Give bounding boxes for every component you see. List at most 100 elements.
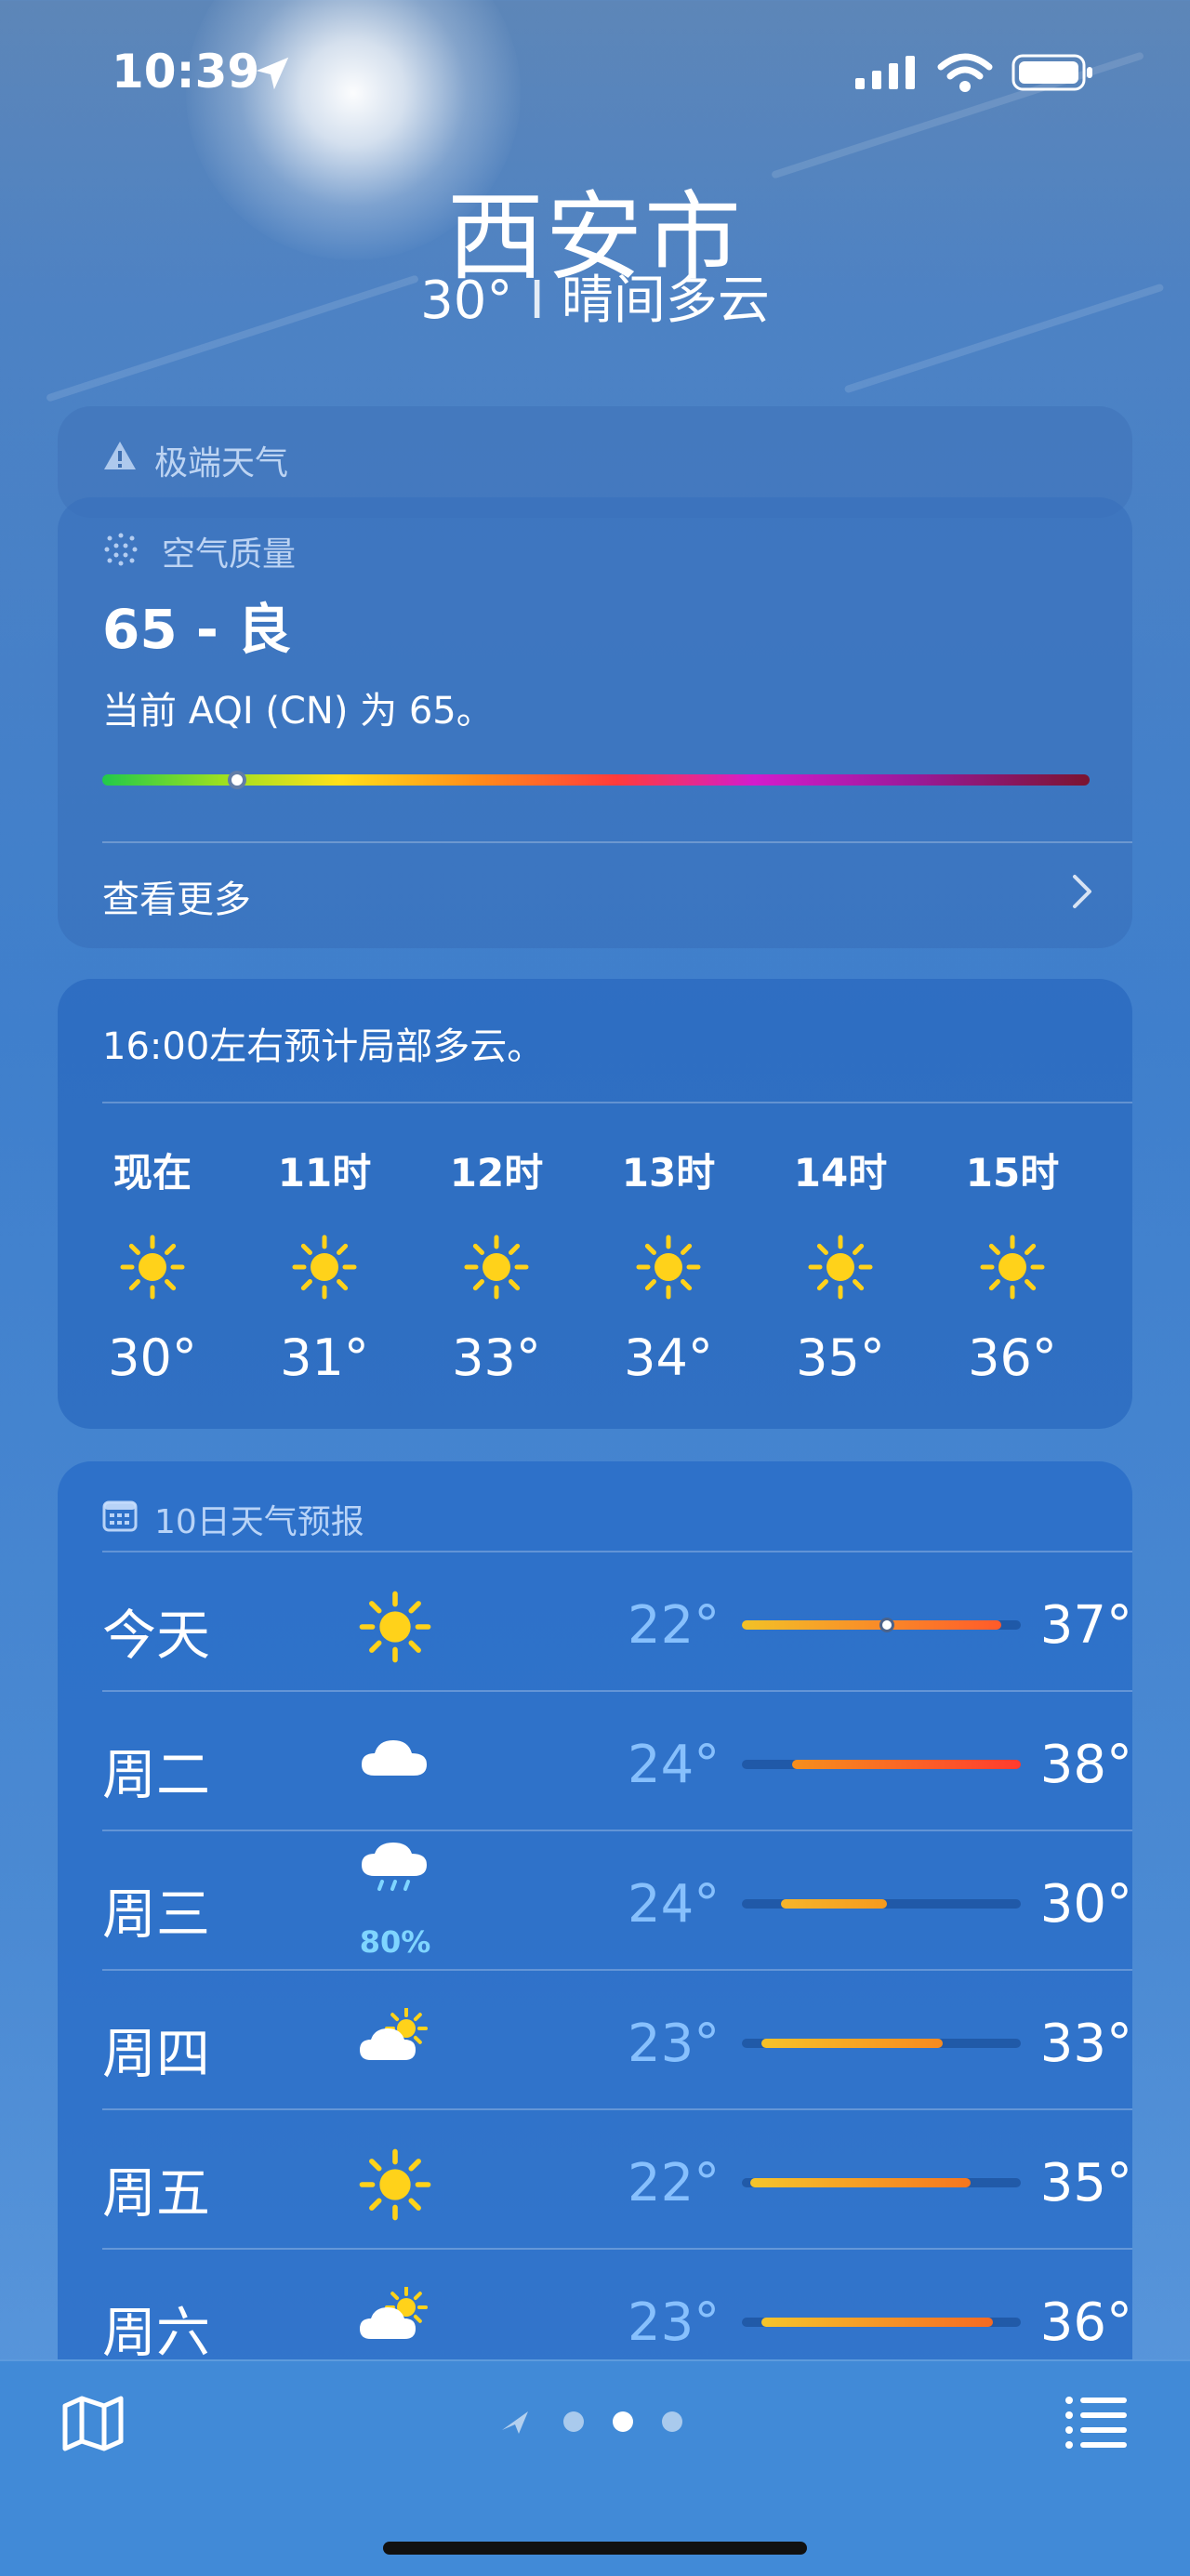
hour-label: 14时 xyxy=(793,1150,888,1196)
partly-cloudy-icon xyxy=(358,2007,432,2073)
temperature-range-track xyxy=(742,1899,1021,1909)
day-high-temp: 35° xyxy=(1039,2153,1132,2213)
hour-label: 现在 xyxy=(112,1150,192,1196)
aqi-value: 65 - 良 xyxy=(102,598,292,661)
temperature-range-fill xyxy=(781,1899,887,1909)
daily-forecast-title: 10日天气预报 xyxy=(154,1503,364,1541)
list-icon[interactable] xyxy=(1064,2393,1129,2449)
day-high-temp: 37° xyxy=(1039,1595,1132,1656)
sun-icon xyxy=(979,1234,1046,1301)
aqi-description: 当前 AQI (CN) 为 65。 xyxy=(102,690,494,733)
extreme-weather-title: 极端天气 xyxy=(154,444,289,482)
status-time: 10:39 xyxy=(112,45,260,99)
day-name: 周四 xyxy=(102,2022,211,2085)
day-low-temp: 24° xyxy=(628,1735,721,1795)
hour-item: 13时 34° xyxy=(594,1142,743,1387)
hour-item: 14时 35° xyxy=(766,1142,915,1387)
temperature-range-fill xyxy=(761,2318,993,2327)
calendar-icon xyxy=(102,1500,138,1532)
day-low-temp: 22° xyxy=(628,2153,721,2213)
sun-icon xyxy=(635,1234,702,1301)
sun-icon xyxy=(463,1234,530,1301)
day-high-temp: 36° xyxy=(1039,2292,1132,2353)
sun-icon xyxy=(358,2147,432,2221)
daily-forecast-card: 10日天气预报 今天 22° 37° 周二 24° 38° 周三 80% 24° 30… xyxy=(58,1461,1132,2410)
hour-item: 15时 36° xyxy=(938,1142,1087,1387)
home-indicator xyxy=(383,2542,807,2555)
day-name: 周六 xyxy=(102,2301,211,2364)
day-low-temp: 24° xyxy=(628,1874,721,1935)
map-icon[interactable] xyxy=(60,2393,126,2454)
summary-separator: I xyxy=(529,271,545,331)
hour-item: 现在 30° xyxy=(78,1142,227,1387)
temperature-range-track xyxy=(742,1618,1021,1632)
temperature-range-fill xyxy=(742,1620,1001,1630)
temperature-range-fill xyxy=(792,1760,1021,1769)
hour-temperature: 35° xyxy=(796,1328,885,1387)
page-indicator[interactable] xyxy=(502,2408,688,2436)
day-name: 周三 xyxy=(102,1882,211,1946)
day-name: 周五 xyxy=(102,2161,211,2225)
location-arrow-icon xyxy=(502,2411,528,2434)
aqi-scale-bar xyxy=(102,771,1090,789)
temperature-range-track xyxy=(742,1760,1021,1769)
battery-icon xyxy=(1012,54,1092,91)
wifi-icon xyxy=(937,53,993,92)
signal-icon xyxy=(855,56,915,89)
hour-item: 12时 33° xyxy=(422,1142,571,1387)
sun-icon xyxy=(291,1234,358,1301)
hour-label: 15时 xyxy=(965,1150,1060,1196)
daily-row[interactable]: 周三 80% 24° 30° xyxy=(102,1831,1132,1971)
day-name: 今天 xyxy=(102,1604,211,1667)
current-temp-dot xyxy=(879,1618,894,1632)
warning-icon xyxy=(104,442,136,469)
air-quality-title: 空气质量 xyxy=(162,535,297,574)
hour-temperature: 30° xyxy=(108,1328,197,1387)
temperature-range-track xyxy=(742,2178,1021,2187)
daily-row[interactable]: 周四 23° 33° xyxy=(102,1971,1132,2110)
hour-item: 11时 31° xyxy=(250,1142,399,1387)
hourly-summary: 16:00左右预计局部多云。 xyxy=(102,1025,545,1068)
precipitation-chance: 80% xyxy=(359,1924,431,1960)
divider xyxy=(102,841,1132,843)
hour-temperature: 33° xyxy=(452,1328,541,1387)
temperature-range-fill xyxy=(761,2039,943,2048)
daily-row[interactable]: 周五 22° 35° xyxy=(102,2110,1132,2250)
hour-label: 11时 xyxy=(277,1150,372,1196)
day-low-temp: 22° xyxy=(628,1595,721,1656)
temperature-range-track xyxy=(742,2318,1021,2327)
day-low-temp: 23° xyxy=(628,2292,721,2353)
cloud-icon xyxy=(358,1729,432,1794)
bottom-toolbar xyxy=(0,2359,1190,2576)
daily-row[interactable]: 周二 24° 38° xyxy=(102,1692,1132,1831)
partly-cloudy-icon xyxy=(358,2286,432,2352)
location-arrow-icon xyxy=(256,57,289,90)
sun-icon xyxy=(358,1590,432,1663)
current-temperature: 30° xyxy=(420,271,513,331)
day-name: 周二 xyxy=(102,1743,211,1806)
day-low-temp: 23° xyxy=(628,2014,721,2074)
day-high-temp: 38° xyxy=(1039,1735,1132,1795)
sun-icon xyxy=(119,1234,186,1301)
air-quality-card[interactable]: 空气质量 65 - 良 当前 AQI (CN) 为 65。 查看更多 xyxy=(58,497,1132,948)
hour-label: 12时 xyxy=(449,1150,544,1196)
day-high-temp: 33° xyxy=(1039,2014,1132,2074)
hour-temperature: 36° xyxy=(968,1328,1057,1387)
current-summary: 30° I 晴间多云 xyxy=(0,258,1190,334)
temperature-range-track xyxy=(742,2039,1021,2048)
daily-row[interactable]: 今天 22° 37° xyxy=(102,1552,1132,1692)
air-quality-icon xyxy=(104,533,138,566)
divider xyxy=(102,1102,1132,1103)
status-bar: 10:39 xyxy=(0,45,1190,100)
hourly-forecast-card: 16:00左右预计局部多云。 现在 30° 11时 31° 12时 33° 13时 3… xyxy=(58,979,1132,1429)
chevron-right-icon[interactable] xyxy=(1069,871,1095,912)
hour-temperature: 31° xyxy=(280,1328,369,1387)
sun-icon xyxy=(807,1234,874,1301)
see-more-link[interactable]: 查看更多 xyxy=(102,869,251,923)
divider xyxy=(102,1551,1132,1552)
hour-temperature: 34° xyxy=(624,1328,713,1387)
hour-label: 13时 xyxy=(621,1150,716,1196)
cloud-rain-icon xyxy=(358,1841,432,1906)
aqi-indicator xyxy=(228,771,247,789)
day-high-temp: 30° xyxy=(1039,1874,1132,1935)
